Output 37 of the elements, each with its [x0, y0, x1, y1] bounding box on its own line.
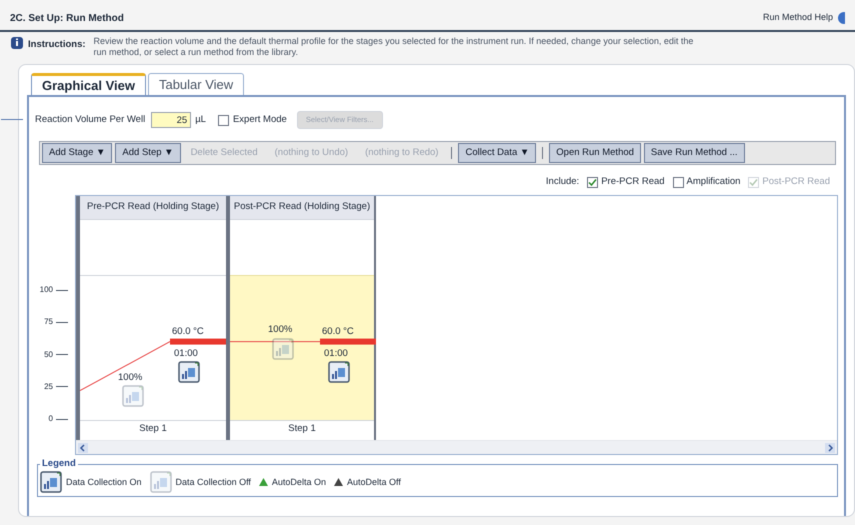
page-title: 2C. Set Up: Run Method	[10, 12, 124, 26]
stage-header[interactable]: Post-PCR Read (Holding Stage)	[230, 196, 374, 220]
reaction-volume-field[interactable]: 25	[151, 112, 192, 128]
toolbar-button[interactable]: Open Run Method	[549, 143, 641, 163]
axis-label: 50	[43, 348, 53, 360]
legend-title: Legend	[41, 457, 77, 471]
toolbar-button[interactable]: Save Run Method ...	[644, 143, 745, 163]
temperature-label: 60.0 °C	[172, 324, 204, 339]
legend-label: Data Collection On	[66, 476, 142, 488]
stage-header[interactable]: Pre-PCR Read (Holding Stage)	[80, 196, 226, 220]
time-label: 01:00	[174, 346, 198, 361]
legend-label: Data Collection Off	[176, 476, 251, 488]
ramp-rate: 100%	[268, 323, 292, 337]
instructions-text: Review the reaction volume and the default thermal profile for the stages you selected for the instrument run. If needed, change your selection, edit the run method, or select a run method from the library.	[94, 36, 694, 58]
toolbar-button[interactable]: Add Stage ▼	[42, 143, 112, 163]
toolbar-button[interactable]: Collect Data ▼	[458, 143, 536, 163]
reaction-volume-label: Reaction Volume Per Well	[35, 112, 146, 127]
help-link[interactable]: Run Method Help	[762, 11, 833, 25]
temperature-label: 60.0 °C	[322, 324, 354, 339]
axis-label: 25	[43, 380, 53, 393]
unit-label: µL	[195, 112, 206, 127]
option-label: Pre-PCR Read	[601, 174, 665, 189]
view-tab[interactable]: Graphical View	[31, 73, 146, 95]
time-label: 01:00	[324, 346, 348, 361]
option-label: Amplification	[686, 174, 740, 189]
axis-label: 75	[43, 316, 53, 328]
option-label: Post-PCR Read	[762, 174, 830, 189]
instructions-label: Instructions:	[28, 38, 86, 52]
axis-label: 100	[38, 284, 53, 296]
expert-mode-label: Expert Mode	[232, 112, 287, 127]
legend-label: AutoDelta On	[272, 476, 326, 488]
legend-label: AutoDelta Off	[346, 476, 401, 488]
ramp-rate: 100%	[118, 371, 142, 385]
include-label: Include:	[546, 174, 580, 189]
axis-label: 0	[48, 413, 53, 425]
view-tab[interactable]: Tabular View	[148, 73, 244, 95]
toolbar-button[interactable]: Add Step ▼	[115, 143, 181, 163]
